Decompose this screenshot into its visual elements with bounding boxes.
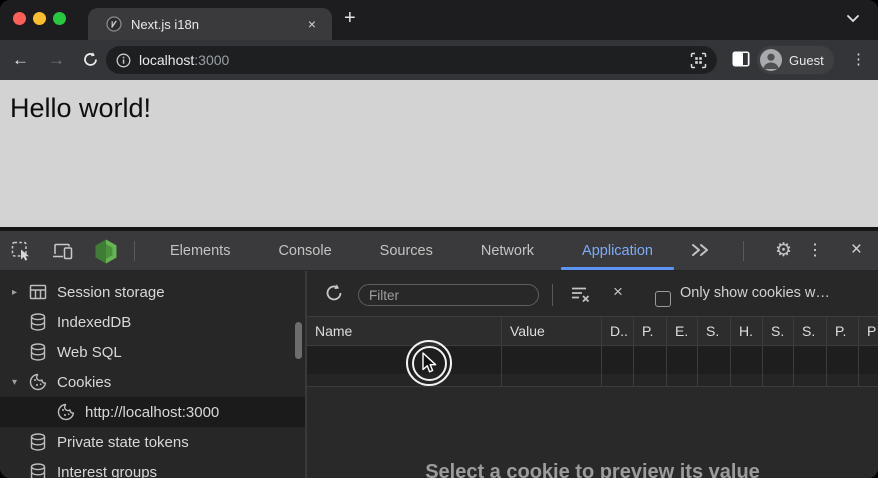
zoom-window-button[interactable]	[53, 12, 66, 25]
cookies-toolbar: × Only show cookies w…	[307, 271, 878, 317]
page-heading: Hello world!	[10, 93, 151, 124]
url-port: :3000	[194, 52, 229, 68]
database-icon	[28, 342, 48, 362]
page-viewport: Hello world!	[0, 80, 878, 227]
person-icon	[760, 49, 782, 71]
minimize-window-button[interactable]	[33, 12, 46, 25]
browser-toolbar: ← → localhost:3000	[0, 40, 878, 80]
tab-title: Next.js i18n	[131, 17, 300, 32]
table-row[interactable]	[307, 374, 878, 387]
traffic-lights	[13, 12, 66, 25]
column-header-size[interactable]: S.	[698, 317, 731, 345]
sidebar-item-label: Private state tokens	[57, 434, 189, 451]
sidebar-scrollbar[interactable]	[295, 322, 302, 359]
toolbar-divider	[743, 241, 744, 261]
database-icon	[28, 462, 48, 478]
empty-preview-message: Select a cookie to preview its value	[307, 461, 878, 478]
column-header-path[interactable]: P.	[634, 317, 667, 345]
sidebar-item-label: Session storage	[57, 284, 165, 301]
column-header-value[interactable]: Value	[502, 317, 602, 345]
back-button[interactable]: ←	[12, 49, 29, 71]
chevron-down-icon[interactable]	[846, 14, 860, 24]
info-icon[interactable]	[116, 53, 131, 68]
guest-profile-button[interactable]: Guest	[757, 46, 834, 74]
close-window-button[interactable]	[13, 12, 26, 25]
tab-sources[interactable]: Sources	[356, 231, 457, 270]
browser-window: Next.js i18n × + ← → localhost:3000	[0, 0, 878, 478]
nextjs-favicon-icon	[106, 16, 122, 32]
inspect-element-icon[interactable]	[11, 241, 31, 261]
filter-input[interactable]	[358, 284, 539, 306]
cookie-preview-pane: Select a cookie to preview its value	[307, 387, 878, 478]
database-icon	[28, 312, 48, 332]
cookie-icon	[28, 372, 48, 392]
url-host: localhost	[139, 52, 194, 68]
sidebar-item-session-storage[interactable]: ▸ Session storage	[0, 277, 305, 307]
reload-button[interactable]	[82, 51, 99, 68]
tab-close-icon[interactable]: ×	[300, 17, 324, 31]
devtools-body: ▸ Session storage IndexedDB	[0, 271, 878, 478]
toolbar-divider	[552, 284, 553, 306]
frame-capture-icon[interactable]	[690, 52, 707, 69]
browser-tab[interactable]: Next.js i18n ×	[88, 8, 332, 40]
sidebar-item-cookies-localhost[interactable]: http://localhost:3000	[0, 397, 305, 427]
toolbar-divider	[134, 241, 135, 261]
side-panel-icon[interactable]	[732, 51, 750, 67]
expander-expanded-icon[interactable]: ▾	[12, 377, 28, 388]
database-icon	[28, 432, 48, 452]
sidebar-item-private-state-tokens[interactable]: Private state tokens	[0, 427, 305, 457]
only-show-cookies-label[interactable]: Only show cookies w…	[680, 285, 872, 301]
clear-filter-icon[interactable]	[570, 285, 592, 303]
more-tabs-icon[interactable]	[690, 242, 710, 258]
devtools-menu-icon[interactable]: ⋮	[807, 240, 823, 260]
forward-button[interactable]: →	[48, 49, 65, 71]
column-header-expires[interactable]: E.	[667, 317, 698, 345]
column-header-partition[interactable]: P.	[827, 317, 859, 345]
cookies-panel: × Only show cookies w… Name Value D.. P.…	[307, 271, 878, 478]
refresh-icon[interactable]	[324, 283, 344, 303]
url-text: localhost:3000	[139, 52, 229, 68]
column-header-priority[interactable]: P	[859, 317, 878, 345]
sidebar-item-label: Interest groups	[57, 464, 157, 478]
column-header-secure[interactable]: S.	[763, 317, 794, 345]
table-icon	[28, 282, 48, 302]
tab-console[interactable]: Console	[254, 231, 355, 270]
delete-icon[interactable]: ×	[613, 282, 623, 302]
application-sidebar: ▸ Session storage IndexedDB	[0, 271, 307, 478]
browser-menu-icon[interactable]: ⋮	[851, 50, 866, 68]
cookies-table-header: Name Value D.. P. E. S. H. S. S. P. P	[307, 317, 878, 346]
node-devtools-icon[interactable]	[93, 238, 119, 265]
table-row[interactable]	[307, 346, 878, 374]
sidebar-item-label: Web SQL	[57, 344, 122, 361]
device-toolbar-icon[interactable]	[52, 241, 74, 261]
column-header-name[interactable]: Name	[307, 317, 502, 345]
new-tab-button[interactable]: +	[344, 7, 356, 30]
devtools-tabbar: Elements Console Sources Network Applica…	[0, 231, 878, 271]
expander-collapsed-icon[interactable]: ▸	[12, 287, 28, 298]
sidebar-item-label: http://localhost:3000	[85, 404, 219, 421]
column-header-httponly[interactable]: H.	[731, 317, 763, 345]
column-header-domain[interactable]: D..	[602, 317, 634, 345]
settings-gear-icon[interactable]: ⚙	[775, 238, 792, 264]
profile-label: Guest	[789, 53, 824, 68]
devtools-tabs: Elements Console Sources Network Applica…	[146, 231, 677, 270]
tab-strip: Next.js i18n × +	[0, 0, 878, 40]
tab-elements[interactable]: Elements	[146, 231, 254, 270]
avatar	[760, 49, 782, 71]
sidebar-item-cookies[interactable]: ▾ Cookies	[0, 367, 305, 397]
sidebar-item-label: Cookies	[57, 374, 111, 391]
column-header-samesite[interactable]: S.	[794, 317, 827, 345]
tab-application[interactable]: Application	[558, 231, 677, 270]
only-show-cookies-checkbox[interactable]	[655, 291, 671, 307]
sidebar-item-label: IndexedDB	[57, 314, 131, 331]
cookie-icon	[56, 402, 76, 422]
tab-network[interactable]: Network	[457, 231, 558, 270]
sidebar-item-web-sql[interactable]: Web SQL	[0, 337, 305, 367]
sidebar-item-indexeddb[interactable]: IndexedDB	[0, 307, 305, 337]
devtools-close-icon[interactable]: ×	[851, 239, 862, 261]
omnibox[interactable]: localhost:3000	[106, 46, 717, 74]
sidebar-item-interest-groups[interactable]: Interest groups	[0, 457, 305, 478]
